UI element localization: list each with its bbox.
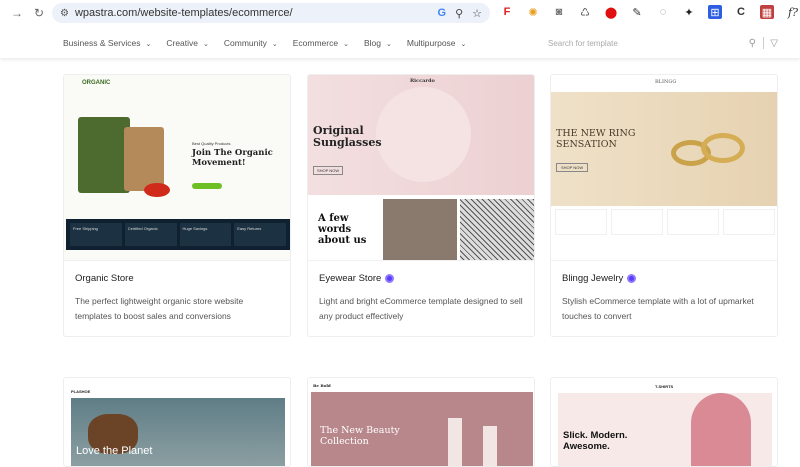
template-card-blingg[interactable]: BLINGG THE NEW RING SENSATION SHOP NOW B… xyxy=(550,74,778,337)
card-description: The perfect lightweight organic store we… xyxy=(75,296,244,321)
menu-multipurpose[interactable]: Multipurpose ⌄ xyxy=(407,38,467,48)
thumb-button: SHOP NOW xyxy=(313,166,344,175)
zoom-icon[interactable]: ⚲ xyxy=(455,7,463,20)
template-thumbnail[interactable]: PLASHOE Love the Planet xyxy=(64,378,290,466)
font-icon[interactable]: f? xyxy=(786,5,800,19)
browser-toolbar: → ↻ ⚙ wpastra.com/website-templates/ecom… xyxy=(0,0,800,27)
recycle-icon[interactable]: ♺ xyxy=(578,5,592,19)
template-card-tshirts[interactable]: T-SHIRTS Slick. Modern. Awesome. xyxy=(550,377,778,467)
extension-icon[interactable]: ⊞ xyxy=(708,5,722,19)
tomatoes xyxy=(144,183,170,197)
opera-icon[interactable]: ⬤ xyxy=(604,5,618,19)
chevron-down-icon: ⌄ xyxy=(343,41,349,48)
product-bottle xyxy=(483,426,497,466)
camera-icon[interactable]: ◙ xyxy=(552,5,566,19)
template-thumbnail[interactable]: Riccardo Original Sunglasses SHOP NOW A … xyxy=(308,75,534,261)
model-photo xyxy=(691,393,751,466)
thumb-heading: Love the Planet xyxy=(76,445,153,457)
extension-icon[interactable]: ▦ xyxy=(760,5,774,19)
premium-badge-icon xyxy=(385,274,395,283)
brand-logos xyxy=(555,209,775,235)
thumb-logo: PLASHOE xyxy=(71,389,91,394)
feature: Easy Returns xyxy=(234,223,286,246)
chevron-down-icon: ⌄ xyxy=(145,41,152,48)
site-nav: Business & Services ⌄ Creative ⌄ Community… xyxy=(0,28,800,58)
thumb-logo: BLINGG xyxy=(655,79,677,85)
address-bar[interactable]: ⚙ wpastra.com/website-templates/ecommerc… xyxy=(52,3,490,23)
thumb-heading: Slick. Modern. Awesome. xyxy=(563,430,628,452)
extensions-bar: F ✺ ◙ ♺ ⬤ ✎ ◌ ✦ ⊞ C ▦ f? ⧉ xyxy=(500,5,800,19)
menu-business[interactable]: Business & Services ⌄ xyxy=(63,38,151,48)
premium-badge-icon xyxy=(627,274,637,283)
template-thumbnail[interactable]: Be Bold The New Beauty Collection xyxy=(308,378,534,466)
thumb-logo: ORGANIC xyxy=(82,80,111,86)
thumb-button xyxy=(192,183,222,189)
card-title[interactable]: Eyewear Store xyxy=(319,273,523,284)
divider xyxy=(763,37,764,49)
template-thumbnail[interactable]: T-SHIRTS Slick. Modern. Awesome. xyxy=(551,378,777,466)
card-title[interactable]: Blingg Jewelry xyxy=(562,273,766,284)
chevron-down-icon: ⌄ xyxy=(385,41,392,48)
site-settings-icon[interactable]: ⚙ xyxy=(60,8,69,19)
template-card-bebold[interactable]: Be Bold The New Beauty Collection xyxy=(307,377,535,467)
model-photo xyxy=(383,199,457,260)
extension-icon[interactable]: F xyxy=(500,5,514,19)
feature: Huge Savings xyxy=(179,223,232,246)
template-search[interactable]: Search for template ⚲ ▽ xyxy=(542,32,782,54)
thumb-logo: Riccardo xyxy=(410,78,435,84)
pen-icon[interactable]: ✎ xyxy=(630,5,644,19)
thumb-logo: T-SHIRTS xyxy=(655,384,674,389)
google-icon[interactable]: G xyxy=(438,7,447,20)
thumb-heading: THE NEW RING SENSATION xyxy=(556,128,636,150)
chevron-down-icon: ⌄ xyxy=(460,41,467,48)
ring-image xyxy=(701,133,745,163)
card-title[interactable]: Organic Store xyxy=(75,273,279,284)
product-bag xyxy=(78,117,130,193)
thumb-button: SHOP NOW xyxy=(556,163,589,172)
chevron-down-icon: ⌄ xyxy=(271,41,278,48)
product-bag xyxy=(124,127,164,191)
product-bottle xyxy=(448,418,462,466)
thumb-tagline: Best Quality Products xyxy=(192,141,231,146)
extension-icon[interactable]: ✦ xyxy=(682,5,696,19)
menu-creative[interactable]: Creative ⌄ xyxy=(166,38,209,48)
features-strip: Free Shipping Certified Organic Huge Sav… xyxy=(66,219,290,250)
glasses-photo xyxy=(460,199,534,260)
menu-community[interactable]: Community ⌄ xyxy=(224,38,278,48)
chevron-down-icon: ⌄ xyxy=(203,41,209,48)
url-text: wpastra.com/website-templates/ecommerce/ xyxy=(74,7,293,19)
search-icon[interactable]: ⚲ xyxy=(749,38,756,49)
extension-icon[interactable]: ✺ xyxy=(526,5,540,19)
template-thumbnail[interactable]: ORGANIC Best Quality Products Join The O… xyxy=(64,75,290,261)
filter-icon[interactable]: ▽ xyxy=(770,38,778,49)
template-card-plashoe[interactable]: PLASHOE Love the Planet xyxy=(63,377,291,467)
menu-ecommerce[interactable]: Ecommerce ⌄ xyxy=(293,38,349,48)
template-card-organic[interactable]: ORGANIC Best Quality Products Join The O… xyxy=(63,74,291,337)
thumb-heading: Original Sunglasses xyxy=(313,124,382,149)
extension-icon[interactable]: C xyxy=(734,5,748,19)
thumb-subheading: A few words about us xyxy=(318,213,367,246)
thumb-logo: Be Bold xyxy=(313,383,331,388)
reload-icon[interactable]: ↻ xyxy=(32,6,46,20)
bookmark-star-icon[interactable]: ☆ xyxy=(472,7,482,20)
feature: Free Shipping xyxy=(70,223,122,246)
thumb-heading: The New Beauty Collection xyxy=(320,425,400,447)
mouse-icon[interactable]: ◌ xyxy=(656,5,670,19)
forward-icon[interactable]: → xyxy=(10,6,24,20)
thumb-heading: Join The Organic Movement! xyxy=(192,148,273,168)
feature: Certified Organic xyxy=(124,223,177,246)
search-input[interactable]: Search for template xyxy=(548,39,618,48)
card-description: Light and bright eCommerce template desi… xyxy=(319,296,523,321)
template-card-eyewear[interactable]: Riccardo Original Sunglasses SHOP NOW A … xyxy=(307,74,535,337)
template-thumbnail[interactable]: BLINGG THE NEW RING SENSATION SHOP NOW xyxy=(551,75,777,261)
menu-blog[interactable]: Blog ⌄ xyxy=(364,38,392,48)
card-description: Stylish eCommerce template with a lot of… xyxy=(562,296,754,321)
